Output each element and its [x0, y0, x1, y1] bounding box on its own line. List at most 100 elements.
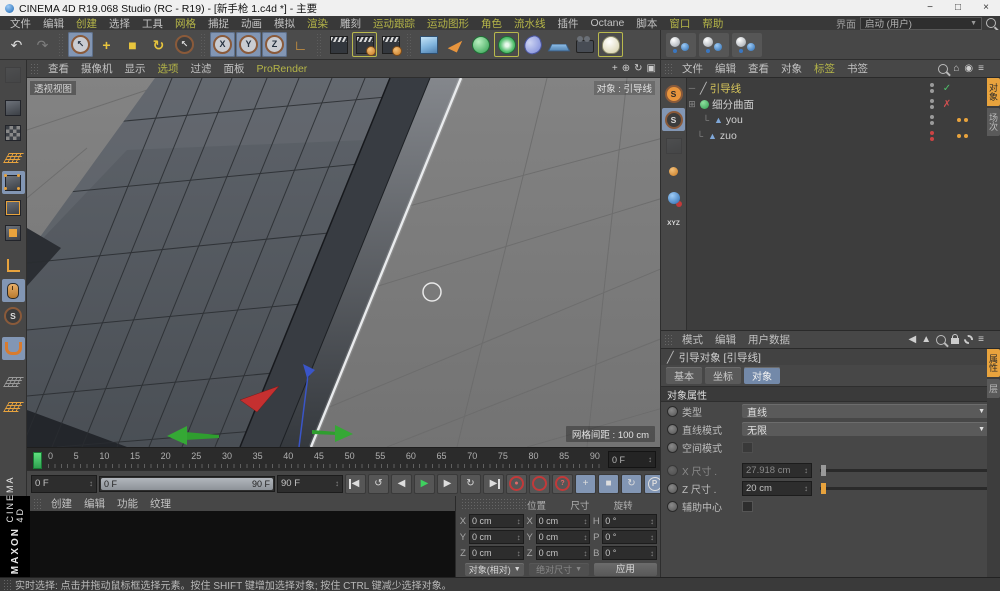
x-size-field[interactable]: 27.918 cm↕ [742, 463, 812, 478]
toggle-view-icon[interactable]: ▣ [647, 64, 656, 74]
play-loop-button[interactable]: ↻ [460, 474, 481, 494]
materials-list-area[interactable] [30, 511, 455, 577]
timeline-scrubber[interactable] [33, 452, 42, 469]
menu-item[interactable]: 雕刻 [334, 16, 367, 31]
anim-dot-icon[interactable] [667, 406, 678, 417]
move-button[interactable]: + [94, 32, 119, 57]
enable-axis-button[interactable] [2, 254, 25, 277]
lock-x-axis-button[interactable]: X [210, 32, 235, 57]
size-z-field[interactable]: 0 cm↕ [536, 546, 591, 560]
next-frame-button[interactable]: ▶ [437, 474, 458, 494]
object-name[interactable]: zuo [720, 130, 737, 142]
close-button[interactable]: × [972, 0, 1000, 16]
menu-item[interactable]: 查看 [42, 61, 75, 76]
layout-preset-button[interactable] [699, 33, 729, 57]
goto-end-button[interactable]: ▶ [483, 474, 504, 494]
tab-layers[interactable]: 层 [987, 379, 1000, 398]
menu-item[interactable]: 显示 [119, 61, 152, 76]
lock-y-axis-button[interactable]: Y [236, 32, 261, 57]
menu-item[interactable]: 纹理 [144, 496, 177, 511]
menu-item[interactable]: 编辑 [709, 332, 742, 347]
menu-item[interactable]: 运动跟踪 [367, 16, 421, 31]
menu-item[interactable]: 过滤 [185, 61, 218, 76]
interface-select[interactable]: 启动 (用户) ▼ [860, 17, 982, 30]
quantize-button[interactable] [2, 337, 25, 360]
volume-button[interactable] [520, 32, 545, 57]
render-settings-button[interactable] [378, 32, 403, 57]
priority-snap-button[interactable] [662, 186, 685, 209]
camera-button[interactable] [572, 32, 597, 57]
menu-item[interactable]: 选择 [103, 16, 136, 31]
menu-item[interactable]: 功能 [111, 496, 144, 511]
line-mode-select[interactable]: 无限▼ [742, 422, 990, 436]
rotation-h-field[interactable]: 0 °↕ [602, 514, 657, 528]
axis-snap-button[interactable]: XYZ [662, 212, 685, 235]
size-mode-select[interactable]: 绝对尺寸▼ [529, 563, 588, 576]
edges-mode-button[interactable] [2, 196, 25, 219]
type-select[interactable]: 直线▼ [742, 404, 990, 418]
keyframe-selection-button[interactable]: ? [552, 474, 573, 494]
tweak-mode-button[interactable] [2, 279, 25, 302]
viewport-canvas[interactable]: 透视视图 对象 : 引导线 网格间距 : 100 cm [27, 78, 660, 447]
search-icon[interactable] [938, 64, 948, 74]
layout-preset-button[interactable] [732, 33, 762, 57]
sculpt-mode-button[interactable] [2, 63, 25, 86]
rotate-view-icon[interactable]: ↻ [634, 64, 642, 74]
menu-item[interactable]: Octane [585, 17, 631, 29]
x-size-slider[interactable] [820, 469, 990, 472]
anim-dot-icon[interactable] [667, 465, 678, 476]
menu-item[interactable]: 窗口 [663, 16, 696, 31]
object-row[interactable]: ─ ╱ 引导线 ✓ [687, 80, 987, 96]
snap-button[interactable]: S [2, 304, 25, 327]
play-backward-button[interactable]: ↺ [368, 474, 389, 494]
snap-tool-button[interactable] [662, 134, 685, 157]
record-keyframe-button[interactable]: ● [506, 474, 527, 494]
size-x-field[interactable]: 0 cm↕ [536, 514, 591, 528]
menu-item[interactable]: 选项 [152, 61, 185, 76]
key-position-button[interactable]: + [575, 474, 596, 494]
tab-coordinates[interactable]: 坐标 [705, 367, 741, 384]
visibility-dots[interactable] [927, 99, 937, 109]
object-row[interactable]: └ ▲ zuo [687, 128, 987, 144]
key-rotation-button[interactable]: ↻ [621, 474, 642, 494]
position-y-field[interactable]: 0 cm↕ [469, 530, 524, 544]
anim-dot-icon[interactable] [667, 483, 678, 494]
object-row[interactable]: ⊞ 细分曲面 ✗ [687, 96, 987, 112]
texture-mode-button[interactable] [2, 121, 25, 144]
menu-item[interactable]: 编辑 [709, 61, 742, 76]
position-z-field[interactable]: 0 cm↕ [469, 546, 524, 560]
snap-enabled-button[interactable]: S [662, 82, 685, 105]
key-scale-button[interactable]: ■ [598, 474, 619, 494]
menu-item[interactable]: 插件 [552, 16, 585, 31]
rotation-p-field[interactable]: 0 °↕ [602, 530, 657, 544]
enabled-check-icon[interactable]: ✓ [940, 83, 954, 94]
panel-grip[interactable] [664, 334, 673, 346]
lock-icon[interactable] [951, 338, 959, 344]
menu-item[interactable]: 角色 [475, 16, 508, 31]
rotation-b-field[interactable]: 0 °↕ [602, 546, 657, 560]
zoom-view-icon[interactable]: ⊕ [622, 64, 630, 74]
menu-item[interactable]: 运动图形 [421, 16, 475, 31]
tab-basic[interactable]: 基本 [666, 367, 702, 384]
tab-attributes[interactable]: 属性 [987, 349, 1000, 377]
panel-grip[interactable] [461, 498, 526, 510]
workplane-snap-button[interactable] [2, 395, 25, 418]
menu-item[interactable]: 文件 [676, 61, 709, 76]
timeline-ruler[interactable]: 0 5 10 15 20 25 30 35 40 45 50 55 60 65 … [27, 447, 660, 470]
snap-settings-button[interactable]: S [662, 108, 685, 131]
tag-area[interactable] [957, 118, 987, 122]
mograph-cloner-button[interactable] [494, 32, 519, 57]
undo-button[interactable]: ↶ [4, 32, 29, 57]
object-row[interactable]: └ ▲ you [687, 112, 987, 128]
render-view-button[interactable] [326, 32, 351, 57]
search-icon[interactable] [936, 335, 946, 345]
object-name[interactable]: you [726, 114, 743, 126]
eye-icon[interactable]: ◉ [964, 64, 973, 74]
panel-grip[interactable] [664, 63, 673, 75]
layout-preset-button[interactable] [666, 33, 696, 57]
panel-grip[interactable] [30, 63, 39, 75]
previous-frame-button[interactable]: ◀ [391, 474, 412, 494]
menu-item[interactable]: 编辑 [37, 16, 70, 31]
gear-icon[interactable] [964, 335, 973, 344]
menu-item[interactable]: 编辑 [78, 496, 111, 511]
